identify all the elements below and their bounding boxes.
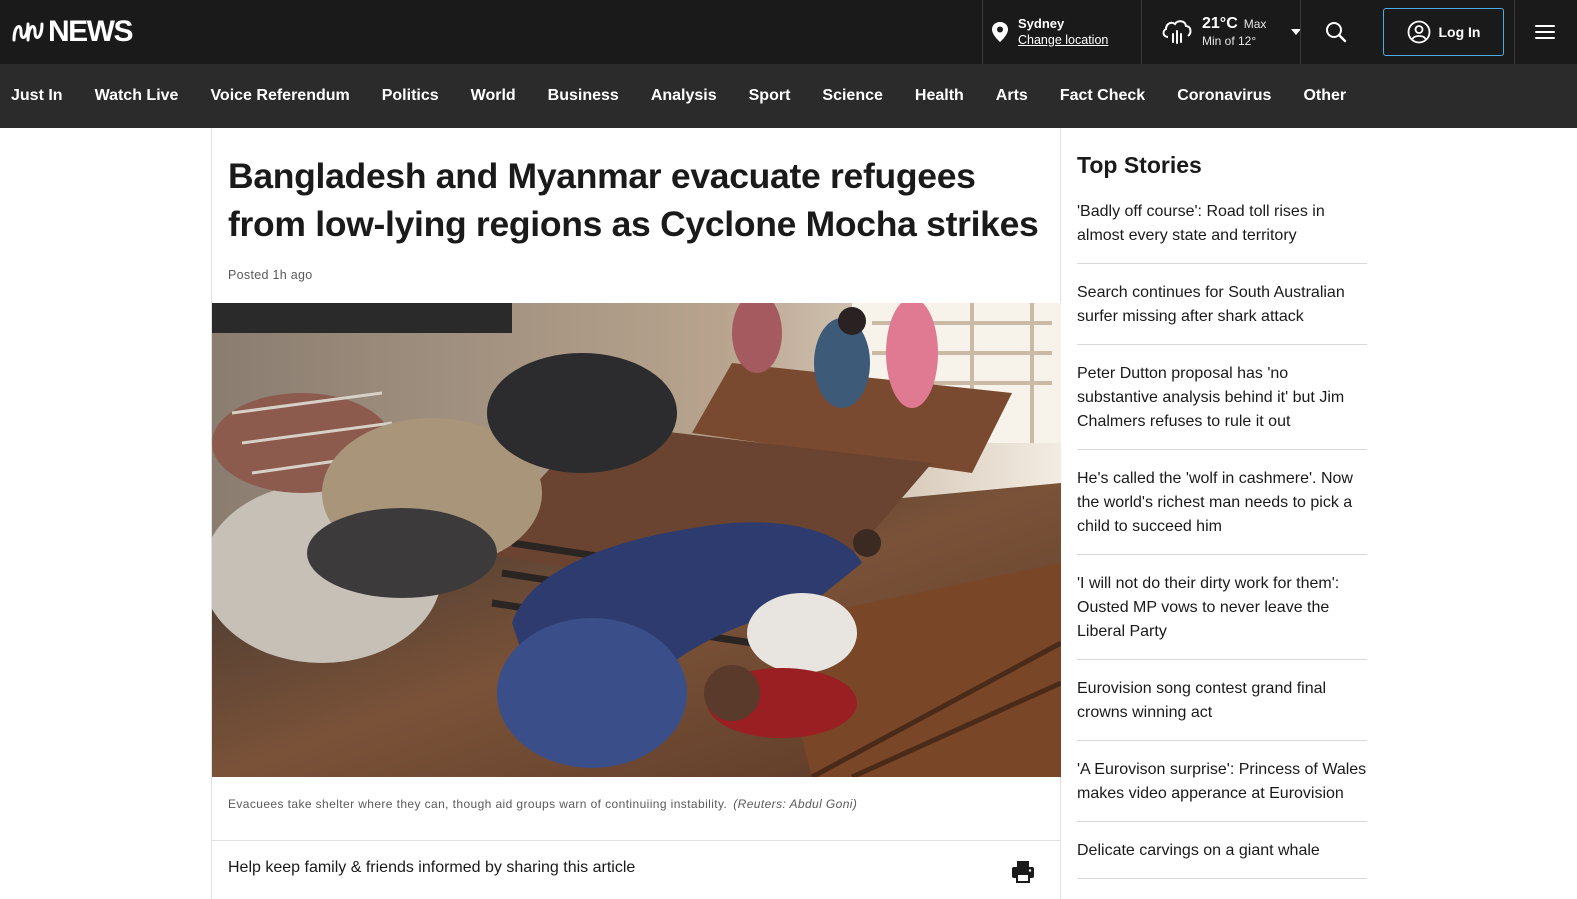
nav-item-sport[interactable]: Sport [749,87,791,105]
rain-cloud-icon [1162,20,1192,44]
login-label: Log In [1438,24,1481,40]
image-caption: Evacuees take shelter where they can, th… [228,797,857,811]
story-link[interactable]: 'A Eurovison surprise': Princess of Wale… [1077,756,1367,822]
hero-image[interactable] [212,303,1061,777]
nav-item-fact-check[interactable]: Fact Check [1060,87,1145,105]
nav-item-health[interactable]: Health [915,87,964,105]
weather-temp: 21°C [1202,14,1238,32]
photo-credit: (Reuters: Abdul Goni) [733,797,858,811]
location-widget[interactable]: Sydney Change location [990,0,1108,64]
story-link[interactable]: Peter Dutton proposal has 'no substantiv… [1077,360,1367,450]
nav-item-voice-referendum[interactable]: Voice Referendum [210,87,349,105]
nav-item-science[interactable]: Science [822,87,882,105]
posted-time: Posted 1h ago [228,268,313,282]
nav-item-politics[interactable]: Politics [382,87,439,105]
story-link[interactable]: Delicate carvings on a giant whale [1077,837,1367,879]
location-city: Sydney [1018,16,1065,31]
main-navigation: Just In Watch Live Voice Referendum Poli… [0,64,1577,128]
caption-text: Evacuees take shelter where they can, th… [228,797,728,811]
abc-news-logo[interactable]: NEWS [12,15,134,48]
weather-max-label: Max [1243,16,1267,31]
nav-item-watch-live[interactable]: Watch Live [95,87,179,105]
top-stories-title: Top Stories [1077,152,1202,178]
location-pin-icon [992,22,1008,42]
story-link[interactable]: 'I will not do their dirty work for them… [1077,570,1367,660]
weather-min: Min of 12° [1202,33,1257,48]
print-icon[interactable] [1009,857,1037,885]
user-icon [1407,20,1430,44]
hamburger-menu-icon [1535,25,1555,39]
divider [1141,0,1142,64]
story-link[interactable]: 'Badly off course': Road toll rises in a… [1077,198,1367,264]
divider [1514,0,1515,64]
divider [982,0,983,64]
evacuees-photo [212,303,1061,777]
nav-item-world[interactable]: World [471,87,516,105]
abc-logo-icon [12,22,44,42]
nav-item-other[interactable]: Other [1303,87,1346,105]
top-stories-list: 'Badly off course': Road toll rises in a… [1077,198,1367,894]
weather-widget[interactable]: 21°C Max Min of 12° [1160,0,1302,64]
login-button[interactable]: Log In [1383,8,1504,56]
change-location-link[interactable]: Change location [1018,32,1108,48]
top-bar: NEWS Sydney Change location 21°C Max Min… [0,0,1577,64]
nav-item-arts[interactable]: Arts [996,87,1028,105]
story-link[interactable]: Search continues for South Australian su… [1077,279,1367,345]
search-button[interactable] [1316,12,1356,52]
share-bar: Help keep family & friends informed by s… [212,840,1061,899]
nav-item-coronavirus[interactable]: Coronavirus [1177,87,1271,105]
divider [1300,0,1301,64]
search-icon [1326,22,1347,43]
nav-item-analysis[interactable]: Analysis [651,87,717,105]
nav-item-just-in[interactable]: Just In [11,87,63,105]
nav-item-business[interactable]: Business [548,87,619,105]
top-stories: Top Stories 'Badly off course': Road tol… [1077,128,1367,899]
article: Bangladesh and Myanmar evacuate refugees… [211,128,1061,899]
article-headline: Bangladesh and Myanmar evacuate refugees… [228,156,1039,244]
story-link[interactable]: He's called the 'wolf in cashmere'. Now … [1077,465,1367,555]
menu-button[interactable] [1525,12,1565,52]
story-link[interactable]: Eurovision song contest grand final crow… [1077,675,1367,741]
brand-name: NEWS [48,15,134,48]
share-prompt: Help keep family & friends informed by s… [228,859,636,876]
